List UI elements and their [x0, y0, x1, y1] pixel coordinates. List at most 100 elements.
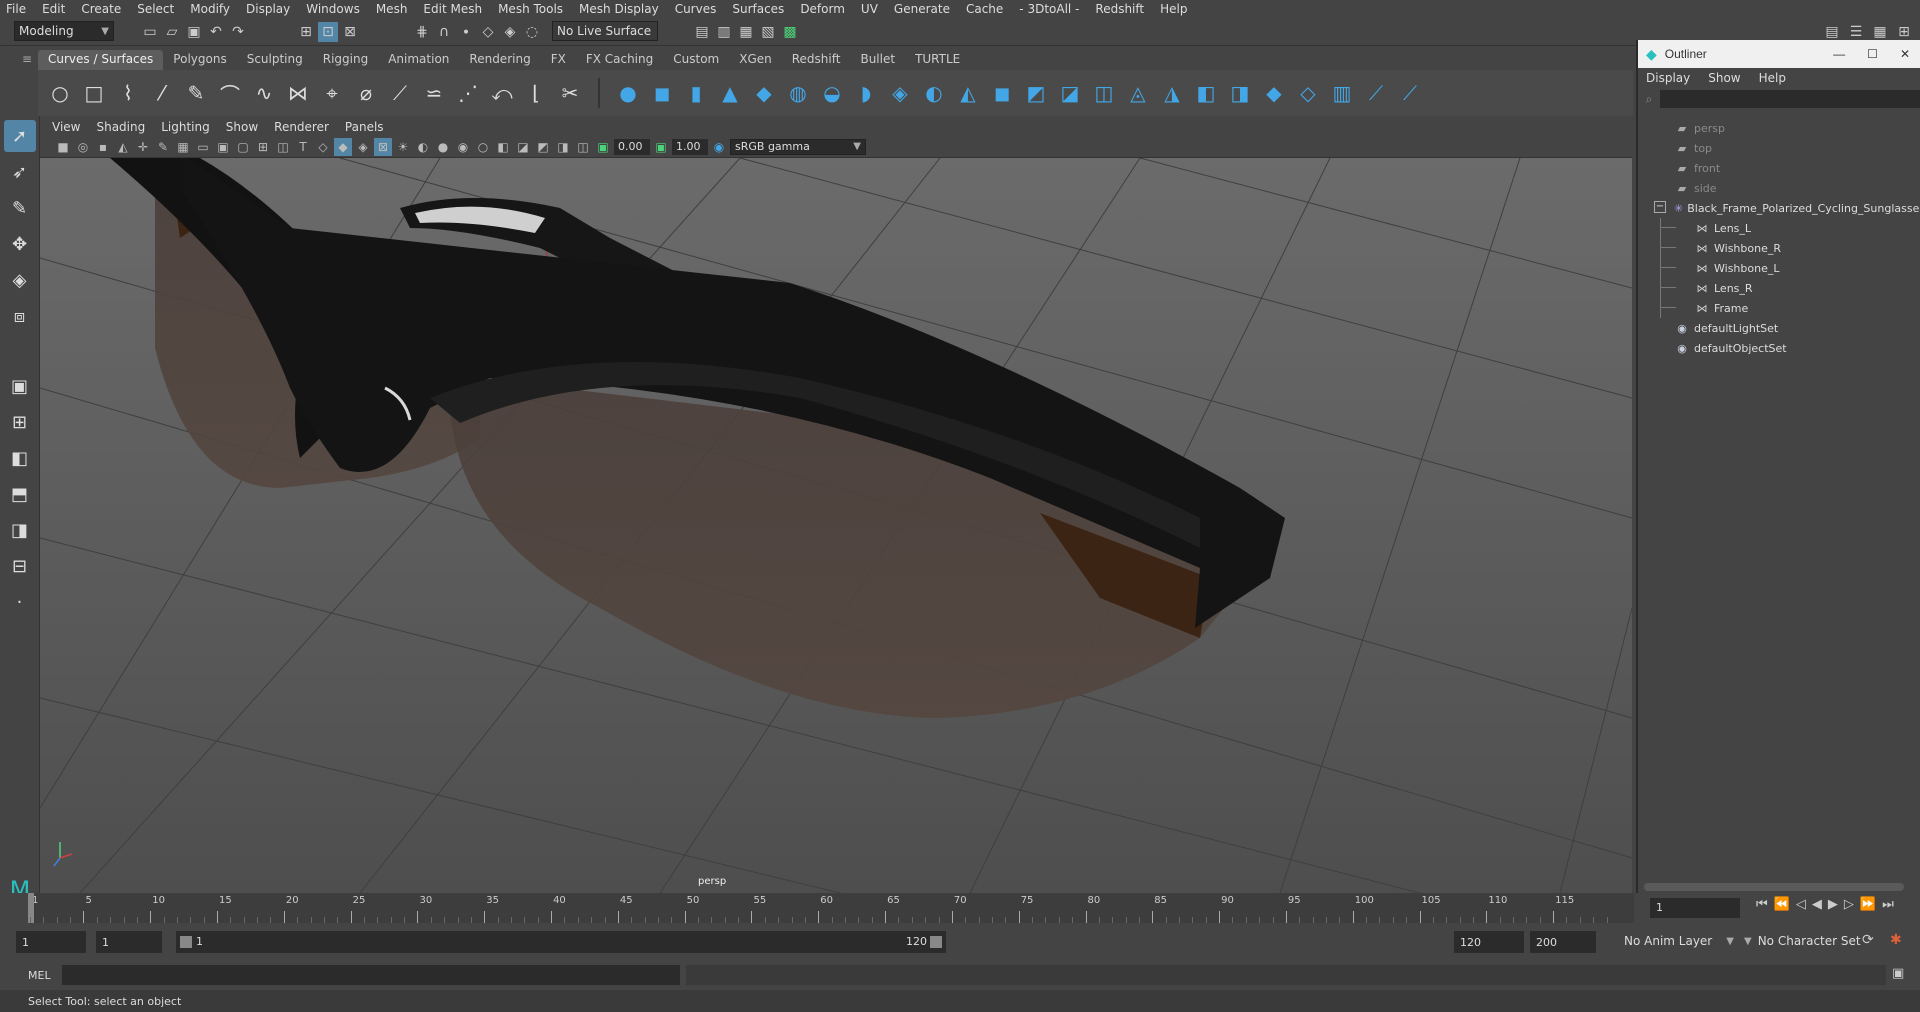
- panel-menu-panels[interactable]: Panels: [345, 120, 384, 134]
- sculpt-surface-icon[interactable]: ⟋: [1396, 79, 1424, 107]
- current-frame-field[interactable]: 1: [1650, 898, 1740, 918]
- live-surface-field[interactable]: No Live Surface: [552, 21, 658, 41]
- shelf-tab-fx[interactable]: FX: [541, 50, 576, 70]
- ipr-render-icon[interactable]: ▦: [736, 22, 756, 42]
- menu-3dtoall[interactable]: - 3DtoAll -: [1019, 2, 1079, 16]
- nurbs-square-icon[interactable]: □: [80, 79, 108, 107]
- menu-file[interactable]: File: [6, 2, 26, 16]
- outliner-item[interactable]: ▰ side: [1638, 178, 1920, 198]
- shelf-tab-polygons[interactable]: Polygons: [163, 50, 236, 70]
- script-language-label[interactable]: MEL: [28, 969, 51, 982]
- 2d-pan-zoom-icon[interactable]: ✛: [134, 138, 152, 156]
- field-chart-icon[interactable]: ⊞: [254, 138, 272, 156]
- shelf-tab-bullet[interactable]: Bullet: [850, 50, 905, 70]
- depth-of-field-icon[interactable]: ◧: [494, 138, 512, 156]
- select-object-icon[interactable]: ⊡: [318, 22, 338, 42]
- menu-mesh[interactable]: Mesh: [376, 2, 408, 16]
- nurbs-cube-icon[interactable]: ◼: [648, 79, 676, 107]
- step-back-key-icon[interactable]: ⏪: [1774, 897, 1790, 912]
- cut-curve-icon[interactable]: ✂: [556, 79, 584, 107]
- channel-box-icon[interactable]: ☰: [1846, 22, 1866, 42]
- outliner-menu-show[interactable]: Show: [1708, 71, 1740, 85]
- range-slider[interactable]: 1 120: [176, 931, 946, 953]
- shelf-tab-fx-caching[interactable]: FX Caching: [576, 50, 663, 70]
- menu-uv[interactable]: UV: [861, 2, 878, 16]
- shelf-tab-xgen[interactable]: XGen: [729, 50, 782, 70]
- multisample-aa-icon[interactable]: ○: [474, 138, 492, 156]
- range-start-handle[interactable]: [180, 936, 192, 948]
- outliner-item[interactable]: ◉ defaultObjectSet: [1638, 338, 1920, 358]
- shelf-tab-curves-surfaces[interactable]: Curves / Surfaces: [38, 50, 164, 70]
- step-back-frame-icon[interactable]: ◁: [1796, 897, 1806, 912]
- close-icon[interactable]: ✕: [1900, 47, 1910, 61]
- paint-select-icon[interactable]: ✎: [4, 192, 36, 224]
- menu-generate[interactable]: Generate: [894, 2, 950, 16]
- open-close-icon[interactable]: ◇: [1294, 79, 1322, 107]
- outliner-menu-display[interactable]: Display: [1646, 71, 1690, 85]
- menu-display[interactable]: Display: [246, 2, 290, 16]
- outliner-item[interactable]: ▰ front: [1638, 158, 1920, 178]
- offset-curve-icon[interactable]: ⋍: [420, 79, 448, 107]
- outliner-item[interactable]: ◉ defaultLightSet: [1638, 318, 1920, 338]
- playback-end-field[interactable]: 120: [1454, 931, 1524, 953]
- time-slider[interactable]: 1 5 10 15 20 25 30 35 40 45 50 55 60 65 70 75 80 85 90 95 10…: [28, 893, 1634, 923]
- menu-surfaces[interactable]: Surfaces: [732, 2, 784, 16]
- outliner-item[interactable]: ⋈ Wishbone_R: [1638, 238, 1920, 258]
- square-surface-icon[interactable]: ◩: [1022, 79, 1050, 107]
- revolve-icon[interactable]: ◒: [818, 79, 846, 107]
- textured-icon[interactable]: ⊠: [374, 137, 392, 156]
- boundary-icon[interactable]: ◼: [988, 79, 1016, 107]
- panel-menu-lighting[interactable]: Lighting: [161, 120, 210, 134]
- menu-deform[interactable]: Deform: [800, 2, 845, 16]
- bookmark-icon[interactable]: ▪: [94, 138, 112, 156]
- smooth-shade-icon[interactable]: ◆: [334, 137, 352, 156]
- maximize-icon[interactable]: ☐: [1867, 47, 1878, 61]
- viewport-persp[interactable]: persp: [40, 158, 1632, 893]
- collapse-icon[interactable]: −: [1654, 201, 1666, 213]
- command-input[interactable]: [62, 965, 680, 985]
- mode-selector[interactable]: Modeling ▼: [14, 21, 114, 41]
- fillet-curve-icon[interactable]: ⌊: [522, 79, 550, 107]
- lasso-tool-icon[interactable]: ➶: [4, 156, 36, 188]
- save-scene-icon[interactable]: ▣: [184, 22, 204, 42]
- trim-tool-icon[interactable]: ◮: [1158, 79, 1186, 107]
- menu-help[interactable]: Help: [1160, 2, 1187, 16]
- outliner-menu-help[interactable]: Help: [1759, 71, 1786, 85]
- gamma-field[interactable]: 1.00: [672, 138, 708, 155]
- scale-tool-icon[interactable]: ⧈: [4, 300, 36, 332]
- isolate-select-icon[interactable]: ◪: [514, 138, 532, 156]
- snap-grid-icon[interactable]: ⋕: [412, 22, 432, 42]
- select-tool-icon[interactable]: ➚: [3, 120, 36, 152]
- safe-title-icon[interactable]: T: [294, 138, 312, 156]
- modeling-toolkit-icon[interactable]: ⊞: [1894, 22, 1914, 42]
- hypershade-icon[interactable]: ▩: [780, 22, 800, 42]
- untrim-icon[interactable]: ◧: [1192, 79, 1220, 107]
- insert-knot-icon[interactable]: ⌀: [352, 79, 380, 107]
- outliner-item[interactable]: ⋈ Frame: [1638, 298, 1920, 318]
- cv-curve-icon[interactable]: ⌇: [114, 79, 142, 107]
- script-editor-icon[interactable]: ▣: [1892, 966, 1904, 981]
- play-backward-icon[interactable]: ◀: [1812, 897, 1822, 912]
- shelf-tab-rendering[interactable]: Rendering: [459, 50, 540, 70]
- panel-menu-show[interactable]: Show: [226, 120, 258, 134]
- menu-cache[interactable]: Cache: [966, 2, 1003, 16]
- exposure-toggle-icon[interactable]: ▣: [594, 138, 612, 156]
- nurbs-sphere-icon[interactable]: ●: [614, 79, 642, 107]
- playback-start-field[interactable]: 1: [96, 931, 162, 953]
- snap-curve-icon[interactable]: ∩: [434, 22, 454, 42]
- bevel-plus-icon[interactable]: ◪: [1056, 79, 1084, 107]
- render-settings-icon[interactable]: ▧: [758, 22, 778, 42]
- rebuild-curve-icon[interactable]: ⋰: [454, 79, 482, 107]
- redo-icon[interactable]: ↷: [228, 22, 248, 42]
- menu-select[interactable]: Select: [137, 2, 174, 16]
- xray-active-icon[interactable]: ◨: [554, 138, 572, 156]
- render-view-icon[interactable]: ▤: [692, 22, 712, 42]
- color-management-icon[interactable]: ◉: [710, 138, 728, 156]
- shelf-menu-icon[interactable]: ≡: [22, 52, 32, 66]
- outliner-item[interactable]: ⋈ Wishbone_L: [1638, 258, 1920, 278]
- nurbs-circle-icon[interactable]: ○: [46, 79, 74, 107]
- search-options-icon[interactable]: ⌕: [1638, 92, 1660, 107]
- attach-curves-icon[interactable]: ⋈: [284, 79, 312, 107]
- ep-curve-icon[interactable]: ⁄: [148, 79, 176, 107]
- outliner-item[interactable]: ⋈ Lens_L: [1638, 218, 1920, 238]
